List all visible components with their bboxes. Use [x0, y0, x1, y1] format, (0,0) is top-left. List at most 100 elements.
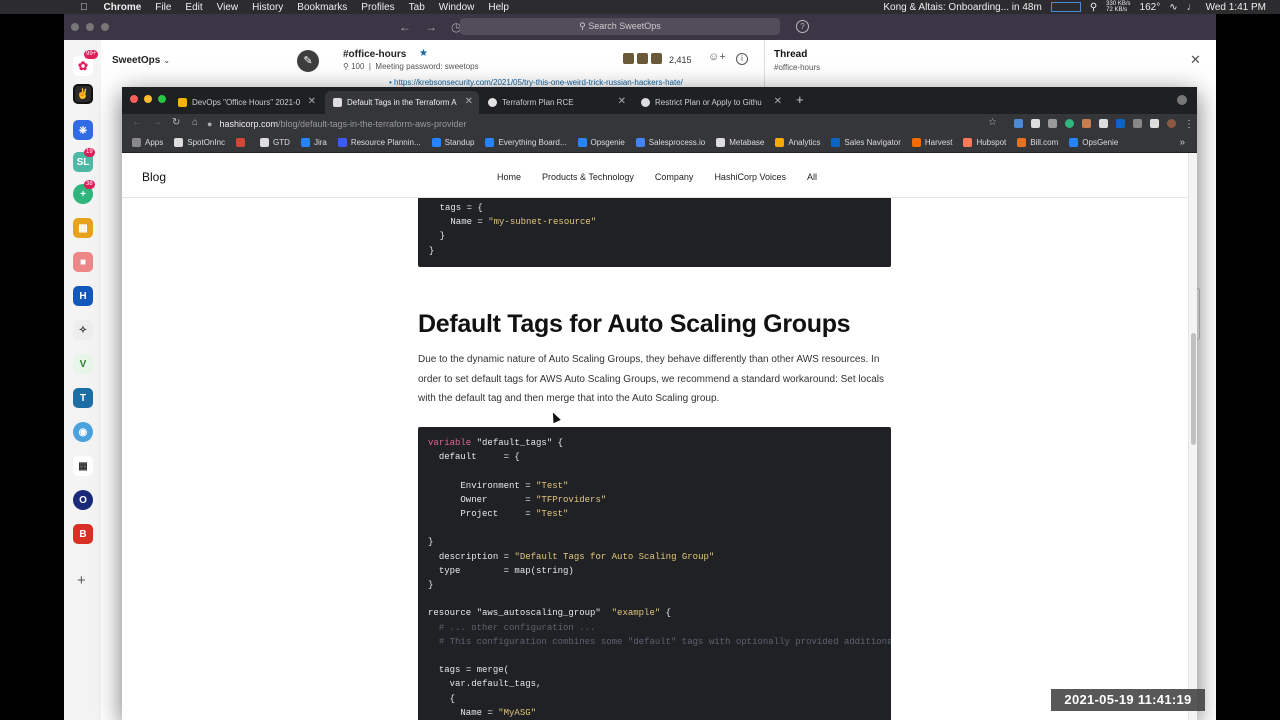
workspace-12[interactable]: ▦ — [73, 456, 93, 476]
bookmark-item[interactable]: GTD — [260, 138, 290, 147]
close-tab-icon[interactable]: ✕ — [465, 96, 473, 107]
help-icon[interactable]: ? — [796, 20, 809, 33]
menu-bookmarks[interactable]: Bookmarks — [297, 2, 347, 13]
search-icon[interactable]: ⚲ — [1090, 2, 1097, 13]
compose-icon[interactable]: ✎ — [297, 50, 319, 72]
home-icon[interactable]: ⌂ — [192, 117, 198, 128]
forward-arrow-icon[interactable]: → — [425, 20, 437, 34]
more-bookmarks-icon[interactable]: » — [1179, 137, 1185, 148]
channel-name[interactable]: #office-hours — [343, 49, 406, 60]
message-link[interactable]: • https://krebsonsecurity.com/2021/05/tr… — [389, 78, 683, 87]
menu-tab[interactable]: Tab — [409, 2, 425, 13]
workspace-14[interactable]: B — [73, 524, 93, 544]
extension-icon[interactable] — [1133, 119, 1142, 128]
bookmark-item[interactable]: Everything Board... — [485, 138, 567, 147]
workspace-8[interactable]: ✧ — [73, 320, 93, 340]
address-bar[interactable]: ● hashicorp.com/blog/default-tags-in-the-… — [207, 116, 1007, 132]
tab-search-icon[interactable] — [1177, 95, 1187, 105]
zoom-window-icon[interactable] — [158, 95, 166, 103]
extension-icon[interactable] — [1014, 119, 1023, 128]
zoom-window-icon[interactable] — [101, 23, 109, 31]
page-scrollbar[interactable] — [1188, 153, 1197, 720]
workspace-name[interactable]: SweetOps — [112, 55, 160, 66]
nav-voices[interactable]: HashiCorp Voices — [714, 172, 786, 182]
extension-icon[interactable] — [1048, 119, 1057, 128]
menu-window[interactable]: Window — [439, 2, 475, 13]
tab-restrict-plan[interactable]: Restrict Plan or Apply to Githu ✕ — [633, 91, 788, 114]
extension-icon[interactable] — [1065, 119, 1074, 128]
nav-company[interactable]: Company — [655, 172, 694, 182]
scrollbar-thumb[interactable] — [1191, 333, 1196, 445]
workspace-6[interactable]: ■ — [73, 252, 93, 272]
bookmark-item[interactable] — [236, 138, 249, 147]
calendar-event[interactable]: Kong & Altais: Onboarding... in 48m — [883, 2, 1041, 13]
menu-app-name[interactable]: Chrome — [104, 2, 142, 13]
workspace-hashicorp-icon[interactable]: H — [73, 286, 93, 306]
nav-home[interactable]: Home — [497, 172, 521, 182]
nav-products[interactable]: Products & Technology — [542, 172, 634, 182]
close-tab-icon[interactable]: ✕ — [308, 96, 316, 107]
close-icon[interactable]: ✕ — [1190, 52, 1201, 68]
back-arrow-icon[interactable]: ← — [132, 117, 142, 128]
workspace-sweetops[interactable]: ✌ — [73, 84, 93, 104]
profile-avatar[interactable] — [1167, 119, 1176, 128]
menu-edit[interactable]: Edit — [185, 2, 202, 13]
tab-terraform-plan-rce[interactable]: Terraform Plan RCE ✕ — [480, 91, 632, 114]
star-icon[interactable]: ★ — [419, 48, 428, 59]
workspace-header[interactable]: SweetOps ⌄ ✎ — [101, 40, 329, 80]
notifications-icon[interactable]: ✿ — [73, 56, 93, 76]
bookmark-item[interactable]: Harvest — [911, 138, 952, 147]
workspace-kubernetes-icon[interactable]: ⎈ — [73, 120, 93, 140]
menu-view[interactable]: View — [217, 2, 239, 13]
bookmark-item[interactable]: Resource Plannin... — [337, 138, 421, 147]
forward-arrow-icon[interactable]: → — [152, 117, 162, 128]
apple-icon[interactable]:  — [80, 2, 88, 13]
member-avatars[interactable] — [622, 52, 664, 65]
extension-icon[interactable] — [1082, 119, 1091, 128]
minimize-window-icon[interactable] — [86, 23, 94, 31]
bookmark-item[interactable]: Standup — [431, 138, 474, 147]
bookmark-item[interactable]: Opsgenie — [577, 138, 625, 147]
member-count[interactable]: 2,415 — [669, 55, 692, 65]
wifi-icon[interactable]: ∿ — [1169, 2, 1177, 13]
add-workspace-icon[interactable]: + — [77, 572, 86, 589]
channel-topic[interactable]: Meeting password: sweetops — [375, 62, 478, 71]
puzzle-icon[interactable] — [1150, 119, 1159, 128]
bookmark-item[interactable]: Analytics — [775, 138, 820, 147]
reload-icon[interactable]: ↻ — [172, 117, 180, 128]
close-window-icon[interactable] — [71, 23, 79, 31]
workspace-13[interactable]: O — [73, 490, 93, 510]
thread-channel[interactable]: #office-hours — [774, 63, 820, 72]
bookmark-item[interactable]: SpotOnInc — [174, 138, 225, 147]
menu-history[interactable]: History — [252, 2, 283, 13]
workspace-11[interactable]: ◉ — [73, 422, 93, 442]
bookmark-item[interactable]: Salesprocess.io — [635, 138, 705, 147]
bookmark-star-icon[interactable]: ☆ — [988, 117, 997, 128]
bookmark-item[interactable]: Hubspot — [963, 138, 1006, 147]
nav-all[interactable]: All — [807, 172, 817, 182]
menu-file[interactable]: File — [155, 2, 171, 13]
menu-profiles[interactable]: Profiles — [361, 2, 394, 13]
minimize-window-icon[interactable] — [144, 95, 152, 103]
menu-help[interactable]: Help — [488, 2, 509, 13]
back-arrow-icon[interactable]: ← — [399, 20, 411, 34]
close-tab-icon[interactable]: ✕ — [618, 96, 626, 107]
add-person-icon[interactable]: ☺+ — [708, 51, 726, 63]
bookmark-item[interactable]: Bill.com — [1017, 138, 1058, 147]
bookmark-item[interactable]: Apps — [132, 138, 163, 147]
info-icon[interactable]: i — [736, 53, 748, 65]
bookmark-item[interactable]: Jira — [300, 138, 327, 147]
workspace-10[interactable]: T — [73, 388, 93, 408]
more-menu-icon[interactable]: ⋮ — [1184, 119, 1194, 130]
workspace-5[interactable]: ▦ — [73, 218, 93, 238]
clock[interactable]: Wed 1:41 PM — [1206, 2, 1266, 13]
tab-default-tags[interactable]: Default Tags in the Terraform A ✕ — [325, 91, 479, 114]
bookmark-item[interactable]: Metabase — [716, 138, 764, 147]
extension-icon[interactable] — [1031, 119, 1040, 128]
slack-search-input[interactable]: ⚲ Search SweetOps — [460, 18, 780, 35]
new-tab-icon[interactable]: + — [796, 92, 804, 107]
extension-icon[interactable] — [1116, 119, 1125, 128]
bookmark-item[interactable]: Sales Navigator — [831, 138, 901, 147]
volume-icon[interactable]: ♩ — [1187, 2, 1197, 13]
bookmark-item[interactable]: OpsGenie — [1069, 138, 1118, 147]
